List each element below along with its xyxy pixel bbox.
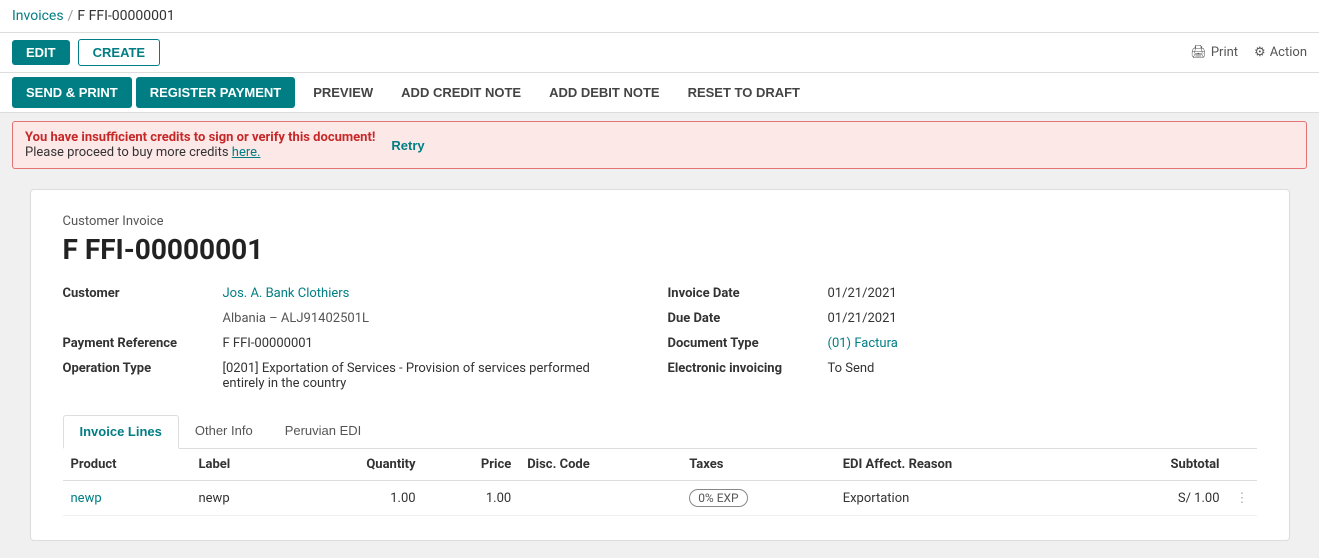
cell-subtotal: S/ 1.00	[1093, 481, 1227, 516]
add-debit-note-button[interactable]: ADD DEBIT NOTE	[535, 73, 674, 112]
customer-row: Customer Jos. A. Bank Clothiers	[63, 286, 652, 301]
alert-bar: You have insufficient credits to sign or…	[12, 121, 1307, 169]
create-button[interactable]: CREATE	[78, 39, 160, 66]
tab-invoice-lines[interactable]: Invoice Lines	[63, 415, 179, 449]
col-price: Price	[424, 449, 520, 481]
preview-button[interactable]: PREVIEW	[299, 73, 387, 112]
customer-value[interactable]: Jos. A. Bank Clothiers	[223, 286, 350, 301]
invoice-type-label: Customer Invoice	[63, 214, 1257, 229]
invoice-date-value: 01/21/2021	[828, 286, 897, 301]
electronic-invoicing-row: Electronic invoicing To Send	[668, 361, 1257, 376]
breadcrumb-bar: Invoices / F FFI-00000001	[0, 0, 1319, 33]
cell-row-menu[interactable]: ⋮	[1228, 481, 1257, 516]
printer-icon: 🖨	[1190, 45, 1207, 60]
retry-button[interactable]: Retry	[391, 138, 424, 153]
electronic-invoicing-value: To Send	[828, 361, 875, 376]
invoice-lines-table: Product Label Quantity Price Disc. Code …	[63, 449, 1257, 516]
cell-taxes: 0% EXP	[681, 481, 835, 516]
add-credit-note-button[interactable]: ADD CREDIT NOTE	[387, 73, 535, 112]
breadcrumb: Invoices / F FFI-00000001	[12, 8, 175, 24]
col-edi-affect-reason: EDI Affect. Reason	[835, 449, 1094, 481]
cell-product[interactable]: newp	[63, 481, 191, 516]
operation-type-row: Operation Type [0201] Exportation of Ser…	[63, 361, 652, 391]
due-date-row: Due Date 01/21/2021	[668, 311, 1257, 326]
secondary-action-bar: SEND & PRINT REGISTER PAYMENT PREVIEW AD…	[0, 73, 1319, 113]
cell-price: 1.00	[424, 481, 520, 516]
customer-label: Customer	[63, 286, 223, 301]
tabs-container: Invoice Lines Other Info Peruvian EDI	[63, 415, 1257, 449]
table-row: newp newp 1.00 1.00 0% EXP Exportation S…	[63, 481, 1257, 516]
invoice-lines-table-wrapper: Product Label Quantity Price Disc. Code …	[63, 449, 1257, 516]
document-type-value[interactable]: (01) Factura	[828, 336, 898, 351]
payment-ref-row: Payment Reference F FFI-00000001	[63, 336, 652, 351]
invoice-card: Customer Invoice F FFI-00000001 Customer…	[30, 189, 1290, 541]
cell-edi-affect-reason: Exportation	[835, 481, 1094, 516]
meta-right: Invoice Date 01/21/2021 Due Date 01/21/2…	[668, 286, 1257, 391]
payment-ref-label: Payment Reference	[63, 336, 223, 351]
action-dropdown-button[interactable]: ⚙ Action	[1254, 45, 1307, 60]
col-taxes: Taxes	[681, 449, 835, 481]
payment-ref-value: F FFI-00000001	[223, 336, 313, 351]
invoice-date-row: Invoice Date 01/21/2021	[668, 286, 1257, 301]
breadcrumb-current: F FFI-00000001	[77, 8, 174, 24]
col-label: Label	[190, 449, 289, 481]
cell-label: newp	[190, 481, 289, 516]
table-header: Product Label Quantity Price Disc. Code …	[63, 449, 1257, 481]
operation-type-value: [0201] Exportation of Services - Provisi…	[223, 361, 623, 391]
main-content: Customer Invoice F FFI-00000001 Customer…	[0, 177, 1319, 553]
document-type-row: Document Type (01) Factura	[668, 336, 1257, 351]
print-button[interactable]: 🖨 Print	[1190, 45, 1238, 60]
cell-disc-code	[519, 481, 681, 516]
cell-quantity: 1.00	[289, 481, 424, 516]
action-bar: EDIT CREATE 🖨 Print ⚙ Action	[0, 33, 1319, 73]
document-type-label: Document Type	[668, 336, 828, 351]
alert-strong: You have insufficient credits to sign or…	[25, 130, 375, 145]
action-label: Action	[1270, 45, 1307, 60]
invoice-date-label: Invoice Date	[668, 286, 828, 301]
print-action-group: 🖨 Print ⚙ Action	[1190, 45, 1307, 60]
tab-peruvian-edi[interactable]: Peruvian EDI	[269, 415, 378, 448]
invoice-number: F FFI-00000001	[63, 233, 1257, 266]
alert-text: You have insufficient credits to sign or…	[25, 130, 375, 160]
col-subtotal: Subtotal	[1093, 449, 1227, 481]
send-print-button[interactable]: SEND & PRINT	[12, 77, 132, 108]
reset-to-draft-button[interactable]: RESET TO DRAFT	[674, 73, 814, 112]
due-date-label: Due Date	[668, 311, 828, 326]
tab-other-info[interactable]: Other Info	[179, 415, 269, 448]
col-actions	[1228, 449, 1257, 481]
invoice-meta: Customer Jos. A. Bank Clothiers Albania …	[63, 286, 1257, 391]
breadcrumb-separator: /	[68, 8, 74, 24]
operation-type-label: Operation Type	[63, 361, 223, 376]
alert-body: Please proceed to buy more credits	[25, 145, 232, 160]
customer-address: Albania – ALJ91402501L	[63, 311, 652, 326]
electronic-invoicing-label: Electronic invoicing	[668, 361, 828, 376]
due-date-value: 01/21/2021	[828, 311, 897, 326]
col-quantity: Quantity	[289, 449, 424, 481]
edit-button[interactable]: EDIT	[12, 40, 70, 65]
col-product: Product	[63, 449, 191, 481]
gear-icon: ⚙	[1254, 45, 1266, 60]
meta-left: Customer Jos. A. Bank Clothiers Albania …	[63, 286, 652, 391]
breadcrumb-parent[interactable]: Invoices	[12, 8, 64, 24]
alert-link[interactable]: here.	[232, 145, 261, 160]
tax-badge: 0% EXP	[689, 489, 747, 507]
register-payment-button[interactable]: REGISTER PAYMENT	[136, 77, 295, 108]
table-body: newp newp 1.00 1.00 0% EXP Exportation S…	[63, 481, 1257, 516]
col-disc-code: Disc. Code	[519, 449, 681, 481]
print-label: Print	[1211, 45, 1238, 60]
